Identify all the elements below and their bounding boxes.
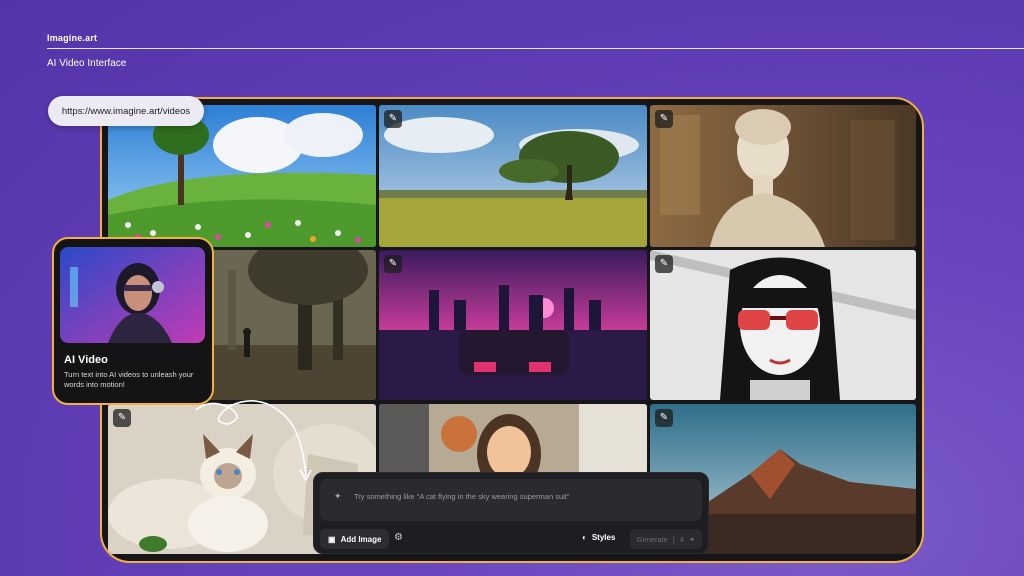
header-divider	[47, 48, 1024, 49]
curved-arrow-icon	[195, 400, 312, 482]
prompt-panel: ✦ Try something like "A cat flying in th…	[313, 472, 709, 554]
palette-icon: ◐	[582, 533, 587, 542]
ai-card-description: Turn text into AI videos to unleash your…	[64, 370, 194, 389]
ai-card-title: AI Video	[64, 354, 108, 366]
credit-icon: ✦	[689, 534, 696, 544]
styles-label: Styles	[591, 533, 616, 542]
image-icon: ▣	[328, 534, 336, 544]
generate-label: Generate	[636, 534, 668, 544]
sparkle-icon: ✦	[334, 491, 342, 501]
magic-wand-icon[interactable]: ✎	[113, 409, 131, 427]
settings-sliders-icon[interactable]: ⚙	[394, 532, 403, 543]
gallery-tile-meadow[interactable]	[108, 105, 376, 247]
generate-button[interactable]: Generate | 4 ✦	[630, 529, 702, 549]
add-image-label: Add Image	[340, 534, 382, 544]
ai-card-image	[60, 247, 205, 343]
gallery-tile-anime-girl[interactable]: ✎	[650, 250, 916, 400]
prompt-input[interactable]: ✦ Try something like "A cat flying in th…	[320, 479, 702, 521]
magic-wand-icon[interactable]: ✎	[655, 255, 673, 273]
styles-button[interactable]: ◐ Styles	[582, 533, 615, 542]
url-bar[interactable]: https://www.imagine.art/videos	[48, 96, 204, 126]
magic-wand-icon[interactable]: ✎	[655, 409, 673, 427]
add-image-button[interactable]: ▣ Add Image	[320, 529, 390, 549]
gallery-tile-savanna[interactable]: ✎	[379, 105, 647, 247]
gallery-tile-synthwave[interactable]: ✎	[379, 250, 647, 400]
credit-count: 4	[679, 534, 685, 544]
magic-wand-icon[interactable]: ✎	[655, 110, 673, 128]
prompt-placeholder: Try something like "A cat flying in the …	[354, 492, 570, 501]
magic-wand-icon[interactable]: ✎	[384, 255, 402, 273]
page-subtitle: AI Video Interface	[47, 58, 127, 69]
magic-wand-icon[interactable]: ✎	[384, 110, 402, 128]
brand-logo: Imagine.art	[47, 33, 98, 43]
divider: |	[672, 534, 675, 544]
gallery-tile-cartoon-girl[interactable]	[379, 404, 647, 474]
gallery-tile-statue[interactable]: ✎	[650, 105, 916, 247]
ai-video-card[interactable]: AI Video Turn text into AI videos to unl…	[52, 237, 214, 405]
